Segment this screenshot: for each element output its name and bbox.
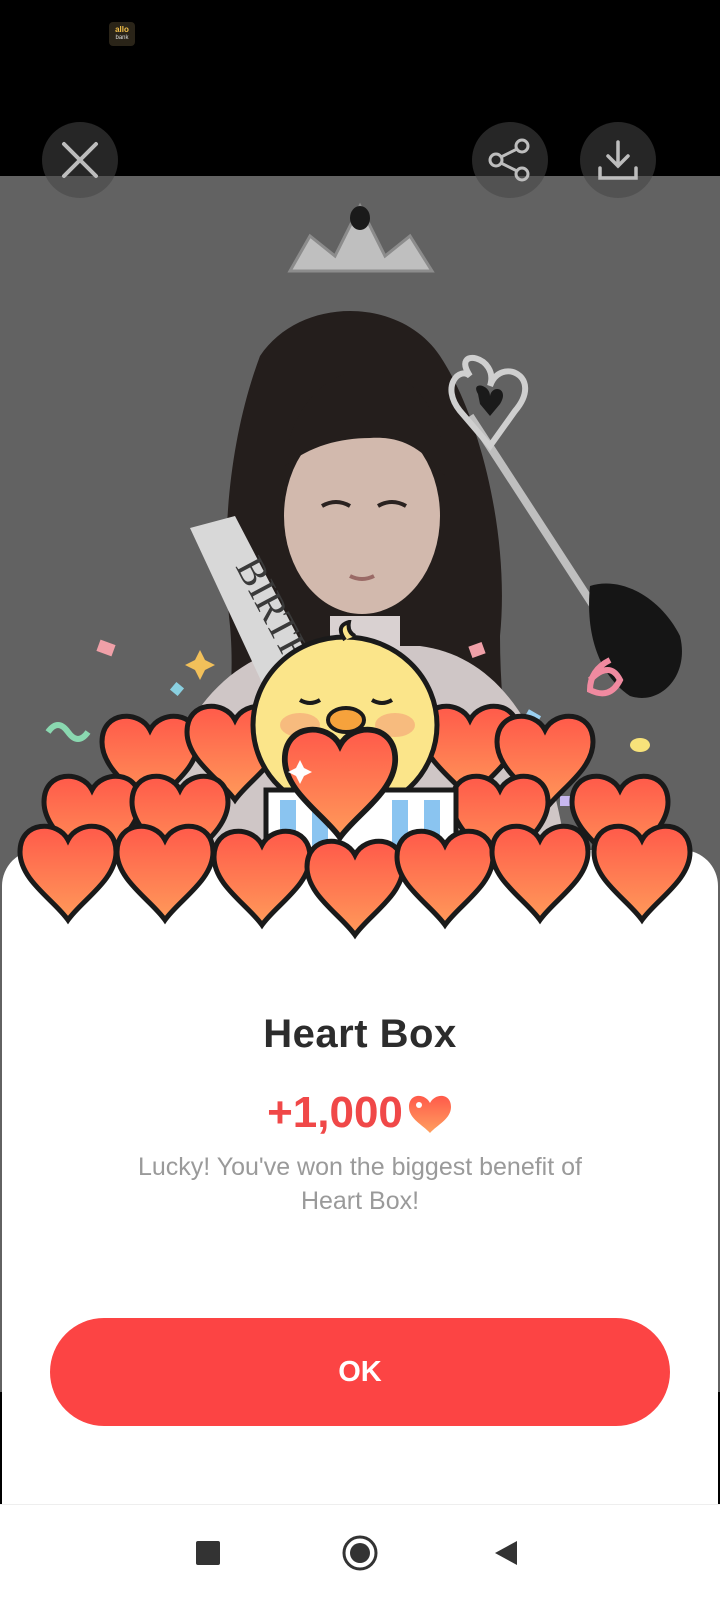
allo-bank-app-icon: allo bank: [109, 22, 135, 46]
recents-button[interactable]: [168, 1505, 248, 1601]
close-icon: [62, 142, 98, 178]
status-bar: allo bank: [0, 0, 720, 72]
reward-amount: +1,000: [267, 1088, 403, 1137]
badge-top-text: allo: [115, 25, 129, 34]
circle-icon: [342, 1535, 378, 1571]
share-icon: [488, 138, 530, 182]
square-icon: [196, 1541, 220, 1565]
home-button[interactable]: [320, 1505, 400, 1601]
reward-row: +1,000: [0, 1088, 720, 1138]
close-button[interactable]: [42, 122, 118, 198]
heart-icon: [408, 1095, 451, 1133]
badge-bottom-text: bank: [115, 35, 129, 41]
back-button[interactable]: [466, 1505, 546, 1601]
heart-box-illustration: [0, 620, 720, 960]
download-icon: [598, 140, 638, 180]
ok-button[interactable]: OK: [50, 1318, 670, 1426]
triangle-back-icon: [495, 1541, 517, 1565]
dialog-title: Heart Box: [263, 1012, 457, 1056]
system-nav-bar: [0, 1504, 720, 1601]
download-button[interactable]: [580, 122, 656, 198]
share-button[interactable]: [472, 122, 548, 198]
dialog-message: Lucky! You've won the biggest benefit of…: [138, 1153, 582, 1215]
